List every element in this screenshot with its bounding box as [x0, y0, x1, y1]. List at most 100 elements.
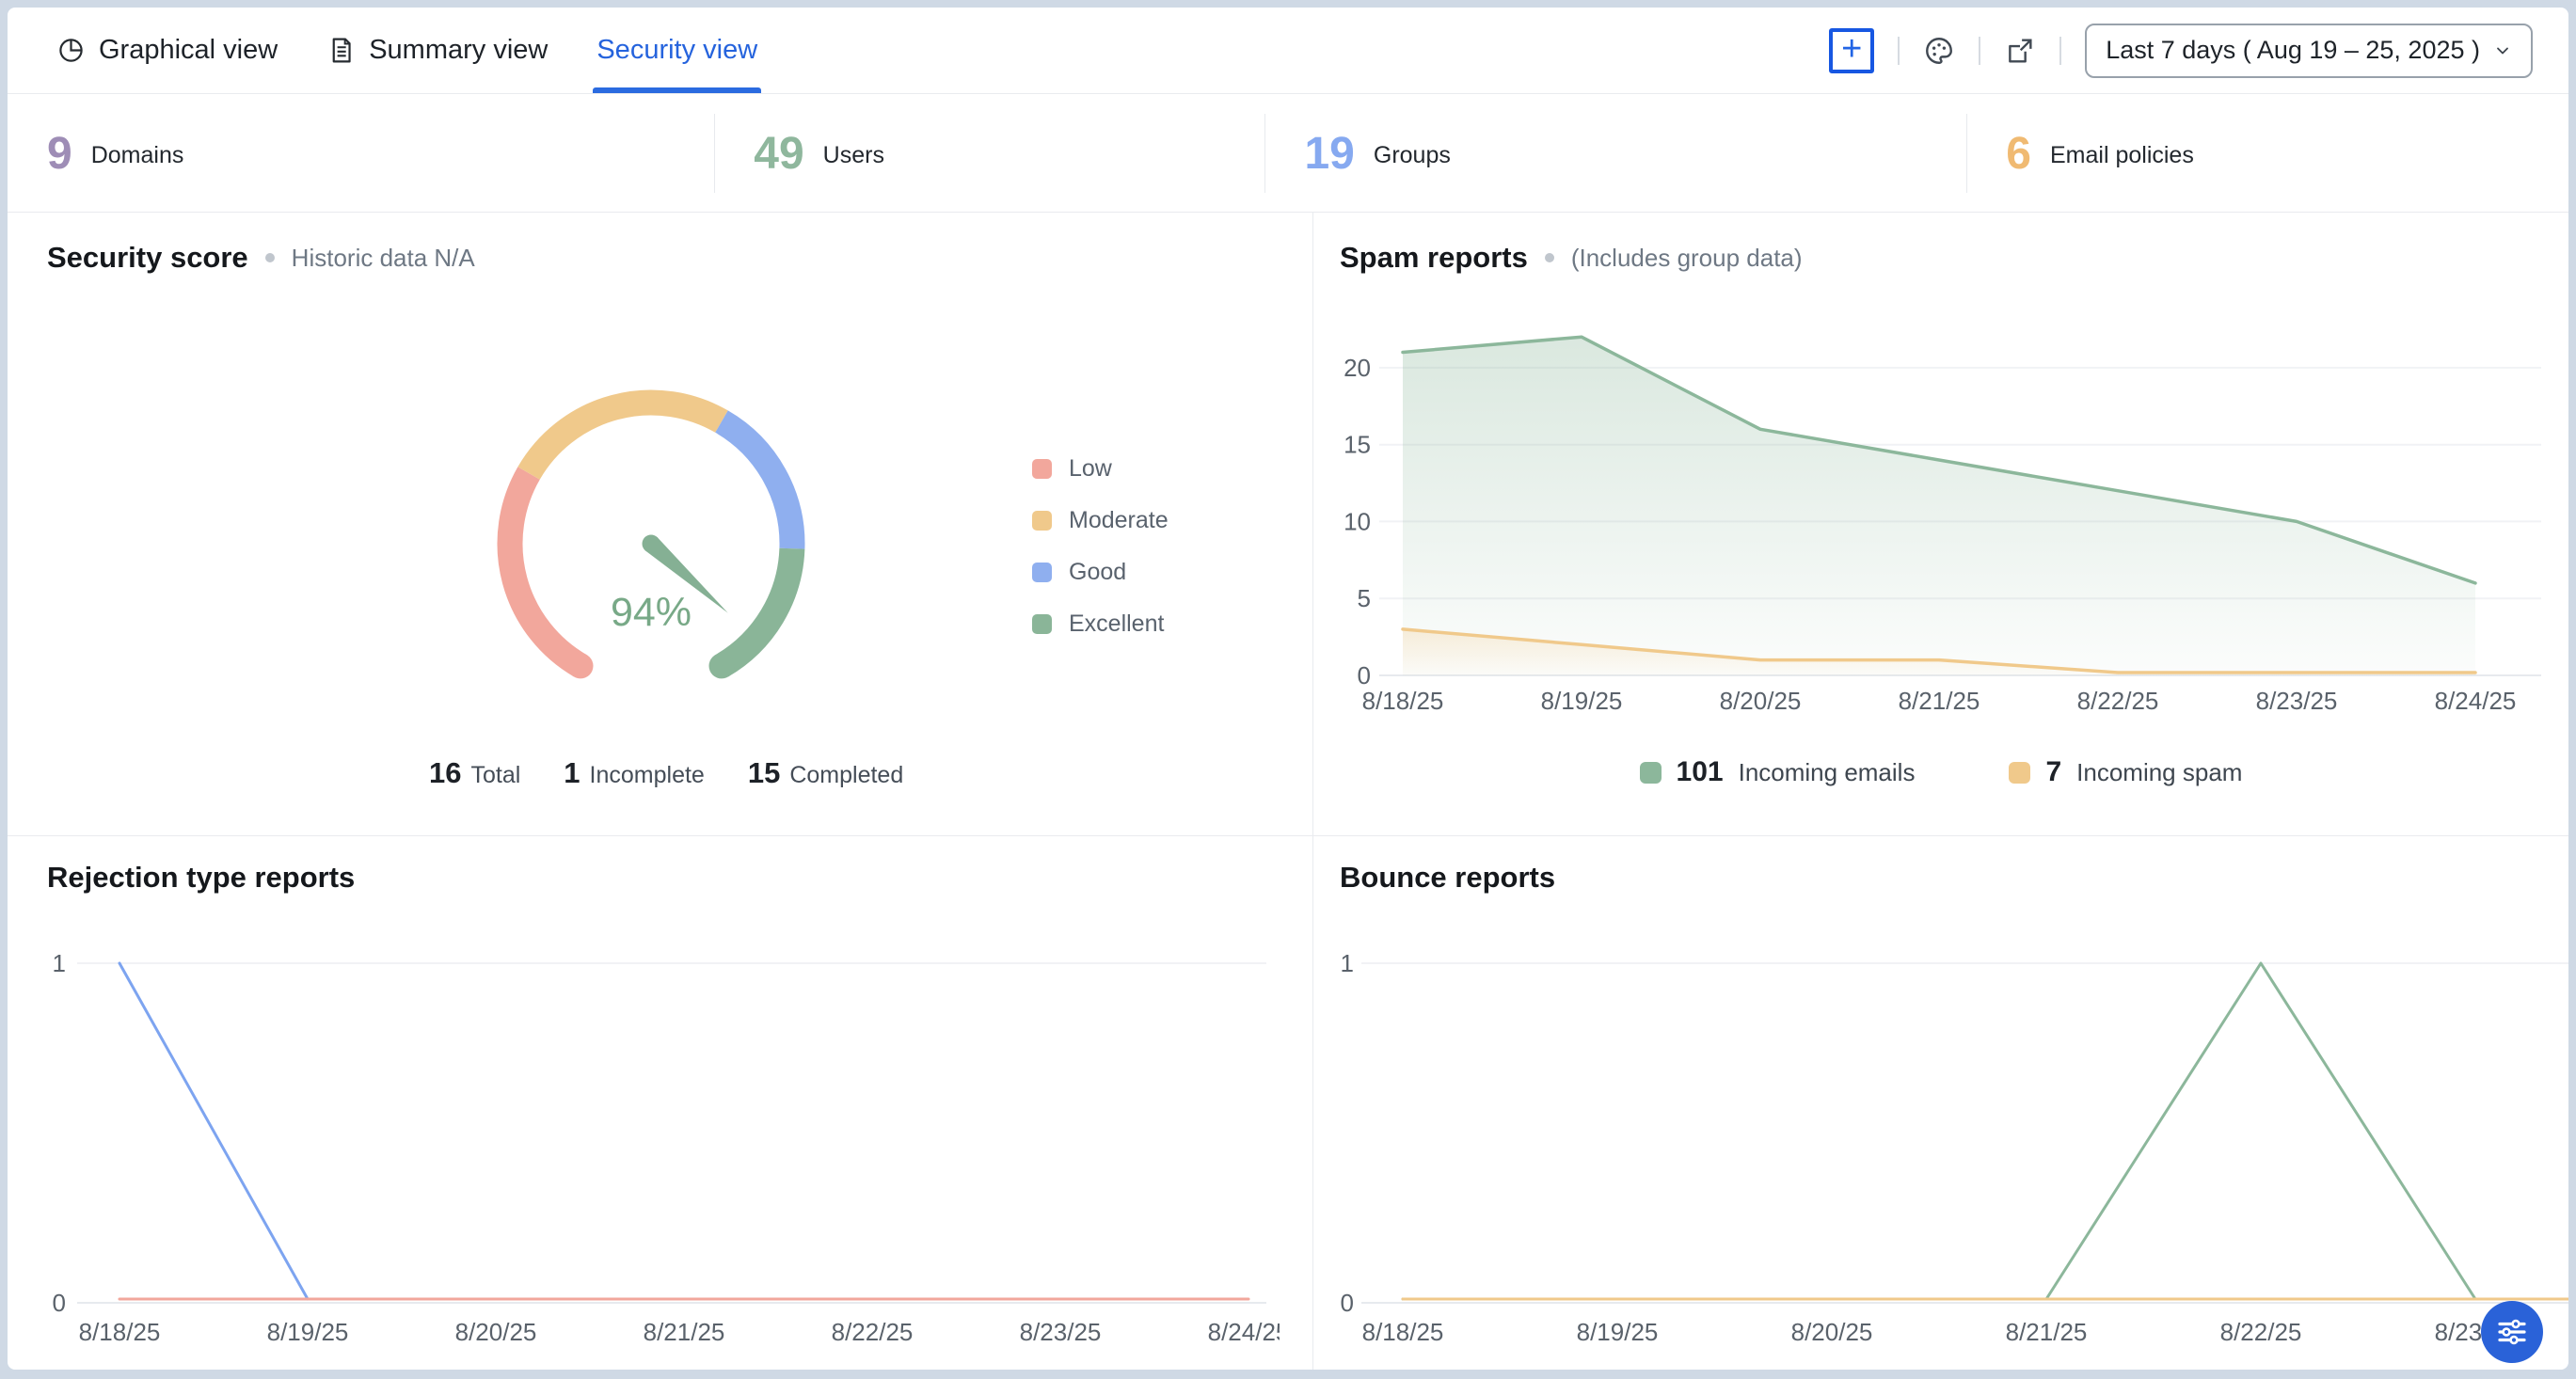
svg-text:0: 0	[1358, 661, 1371, 690]
svg-text:8/21/25: 8/21/25	[2006, 1318, 2088, 1346]
legend-count: 101	[1677, 756, 1724, 788]
legend-label: Excellent	[1069, 610, 1164, 638]
svg-text:5: 5	[1358, 584, 1371, 612]
svg-text:8/24/25: 8/24/25	[1208, 1318, 1280, 1346]
legend-swatch	[1032, 511, 1052, 531]
stat-label: Email policies	[2050, 138, 2194, 169]
legend-item-good: Good	[1032, 559, 1169, 586]
bounce-reports-card: Bounce reports 018/18/258/19/258/20/258/…	[1312, 835, 2568, 1370]
legend-swatch	[1032, 614, 1052, 634]
tab-label: Security view	[596, 35, 757, 66]
security-score-gauge: 94%	[472, 370, 830, 727]
svg-text:8/22/25: 8/22/25	[2220, 1318, 2302, 1346]
tab-label: Graphical view	[99, 35, 278, 66]
stat-value: 9	[47, 128, 72, 180]
share-icon[interactable]	[2004, 35, 2036, 67]
legend-item-excellent: Excellent	[1032, 610, 1169, 638]
svg-text:0: 0	[53, 1289, 66, 1317]
spam-reports-chart: 051015208/18/258/19/258/20/258/21/258/22…	[1337, 314, 2551, 733]
date-range-label: Last 7 days ( Aug 19 – 25, 2025 )	[2106, 36, 2480, 65]
total-value: 15	[748, 756, 780, 790]
dashboard-page: Graphical view Summary view Security vie…	[8, 8, 2568, 1370]
svg-text:8/19/25: 8/19/25	[1541, 687, 1623, 715]
date-range-dropdown[interactable]: Last 7 days ( Aug 19 – 25, 2025 )	[2085, 24, 2533, 78]
legend-label: Incoming emails	[1739, 758, 1916, 787]
rejection-type-chart: 018/18/258/19/258/20/258/21/258/22/258/2…	[28, 942, 1280, 1365]
toolbar-divider	[1979, 37, 1980, 65]
svg-text:8/20/25: 8/20/25	[1791, 1318, 1873, 1346]
total-item: 1 Incomplete	[564, 756, 705, 790]
security-score-totals: 16 Total 1 Incomplete 15 Completed	[429, 756, 903, 790]
historic-data-note: Historic data N/A	[292, 244, 475, 273]
svg-text:8/19/25: 8/19/25	[267, 1318, 349, 1346]
legend-swatch	[2009, 762, 2030, 784]
card-title: Security score	[47, 241, 248, 275]
toolbar-divider	[2059, 37, 2061, 65]
legend-swatch	[1032, 563, 1052, 582]
svg-text:94%: 94%	[611, 590, 692, 635]
legend-label: Moderate	[1069, 507, 1169, 534]
card-title: Spam reports	[1340, 241, 1528, 275]
security-score-card: Security score Historic data N/A 94% Low…	[8, 213, 1312, 835]
palette-icon[interactable]	[1923, 35, 1955, 67]
document-icon	[326, 36, 356, 65]
legend-swatch	[1640, 762, 1662, 784]
svg-text:8/24/25: 8/24/25	[2435, 687, 2517, 715]
stat-email-policies: 6 Email policies	[1966, 95, 2568, 212]
bounce-reports-header: Bounce reports	[1340, 861, 1555, 895]
summary-stats-row: 9 Domains 49 Users 19 Groups 6 Email pol…	[8, 95, 2568, 213]
plus-icon: +	[1841, 31, 1862, 67]
svg-text:8/22/25: 8/22/25	[2077, 687, 2159, 715]
chevron-down-icon	[2493, 41, 2512, 60]
legend-label: Low	[1069, 455, 1112, 483]
svg-text:8/20/25: 8/20/25	[455, 1318, 537, 1346]
total-label: Total	[470, 762, 520, 789]
security-score-header: Security score Historic data N/A	[47, 241, 475, 275]
legend-incoming-emails[interactable]: 101 Incoming emails	[1640, 756, 1916, 788]
svg-text:8/23/25: 8/23/25	[1020, 1318, 1102, 1346]
add-widget-button[interactable]: +	[1829, 28, 1874, 73]
toolbar: + Last 7 days ( Aug 19 – 25, 2025 )	[1829, 8, 2533, 93]
spam-legend: 101 Incoming emails 7 Incoming spam	[1313, 756, 2568, 788]
report-grid: Security score Historic data N/A 94% Low…	[8, 213, 2568, 1370]
card-title: Bounce reports	[1340, 861, 1555, 895]
svg-text:10: 10	[1344, 507, 1371, 535]
total-item: 15 Completed	[748, 756, 903, 790]
svg-text:8/18/25: 8/18/25	[1362, 1318, 1444, 1346]
stat-label: Users	[823, 138, 884, 169]
svg-text:8/18/25: 8/18/25	[1362, 687, 1444, 715]
stat-value: 49	[754, 128, 803, 180]
tab-summary-view[interactable]: Summary view	[326, 8, 548, 93]
card-title: Rejection type reports	[47, 861, 355, 895]
tab-graphical-view[interactable]: Graphical view	[56, 8, 278, 93]
legend-incoming-spam[interactable]: 7 Incoming spam	[2009, 756, 2242, 788]
svg-text:1: 1	[53, 949, 66, 977]
view-tabs: Graphical view Summary view Security vie…	[56, 8, 757, 93]
svg-text:8/20/25: 8/20/25	[1720, 687, 1802, 715]
top-bar: Graphical view Summary view Security vie…	[8, 8, 2568, 94]
svg-text:0: 0	[1341, 1289, 1354, 1317]
dot-separator	[265, 253, 275, 262]
svg-text:8/23/25: 8/23/25	[2256, 687, 2338, 715]
bounce-reports-chart: 018/18/258/19/258/20/258/21/258/22/258/2…	[1337, 942, 2568, 1365]
spam-reports-card: Spam reports (Includes group data) 05101…	[1312, 213, 2568, 835]
stat-groups: 19 Groups	[1264, 95, 1966, 212]
svg-text:1: 1	[1341, 949, 1354, 977]
svg-text:8/21/25: 8/21/25	[1899, 687, 1980, 715]
filter-fab-button[interactable]	[2481, 1301, 2543, 1363]
total-label: Completed	[789, 762, 903, 789]
legend-item-low: Low	[1032, 455, 1169, 483]
dot-separator	[1545, 253, 1554, 262]
tab-security-view[interactable]: Security view	[596, 8, 757, 93]
pie-chart-icon	[56, 36, 86, 65]
includes-group-data-note: (Includes group data)	[1571, 244, 1803, 273]
stat-domains: 9 Domains	[8, 95, 714, 212]
stat-label: Groups	[1374, 138, 1451, 169]
stat-value: 19	[1304, 128, 1354, 180]
svg-text:8/18/25: 8/18/25	[79, 1318, 161, 1346]
gauge-legend: Low Moderate Good Excellent	[1032, 455, 1169, 662]
total-item: 16 Total	[429, 756, 520, 790]
legend-label: Incoming spam	[2076, 758, 2242, 787]
total-value: 16	[429, 756, 461, 790]
sliders-icon	[2494, 1314, 2530, 1350]
